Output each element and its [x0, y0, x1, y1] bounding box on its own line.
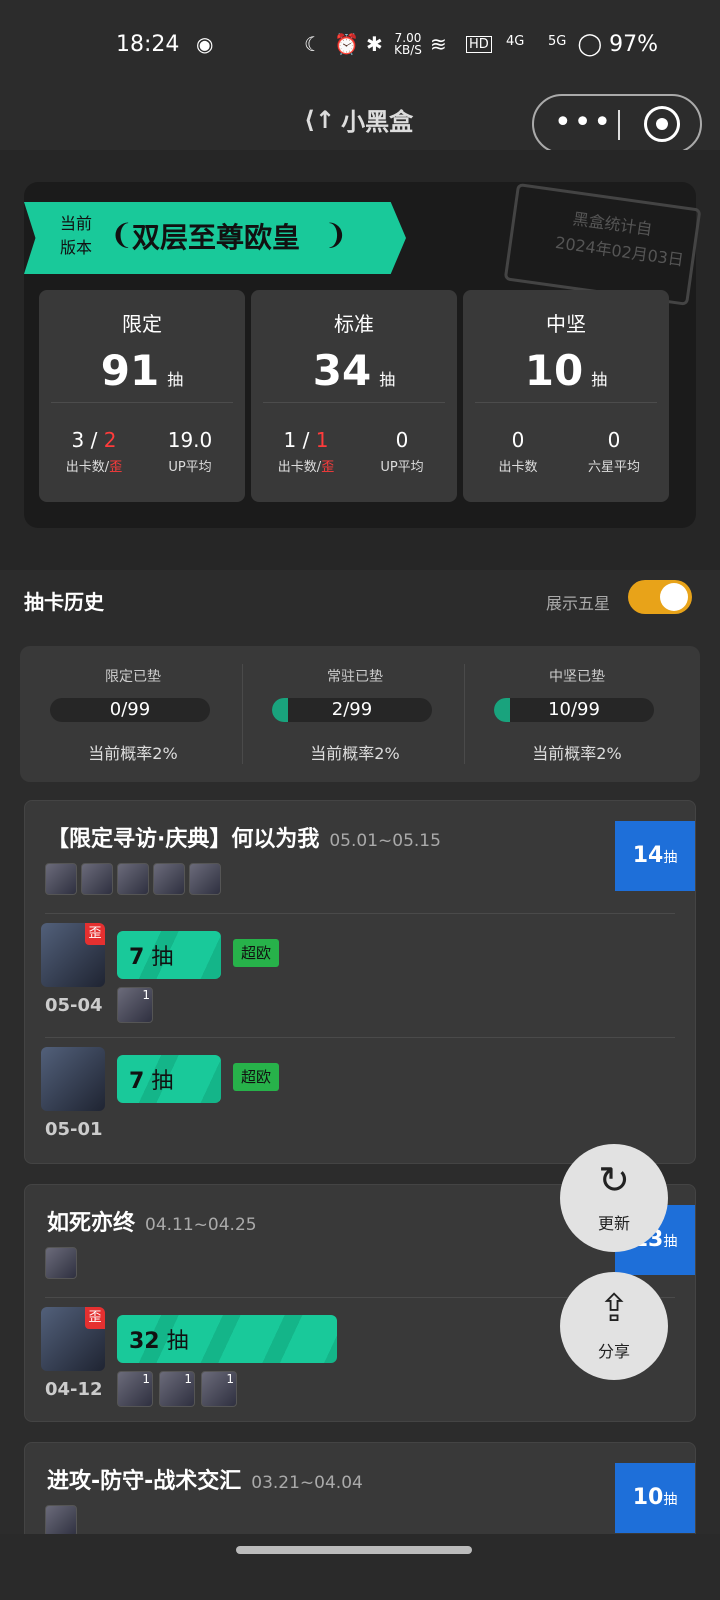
capsule-divider	[618, 110, 620, 140]
avatar	[45, 863, 77, 895]
off-rate-badge: 歪	[85, 923, 105, 945]
lucky-badge: 超欧	[233, 939, 280, 967]
refresh-icon: ↻	[598, 1158, 630, 1202]
mini-program-capsule: •••	[532, 94, 702, 154]
avatar	[81, 863, 113, 895]
pity-core: 中坚已垫 10/99 当前概率2%	[464, 646, 690, 782]
ribbon-title: 双层至尊欧皇	[132, 221, 301, 254]
avatar	[45, 1247, 77, 1279]
refresh-button[interactable]: ↻ 更新	[560, 1144, 668, 1252]
avatar: 1	[201, 1371, 237, 1407]
laurel-right-icon: ❩	[324, 218, 348, 251]
banner-title: 进攻-防守-战术交汇 03.21~04.04	[47, 1469, 363, 1494]
signal-5g: 5G	[548, 34, 567, 49]
up-average: 0 UP平均	[380, 428, 424, 475]
avatar	[45, 1505, 77, 1537]
stat-core: 中坚 10 抽 0 出卡数 0 六星平均	[463, 290, 669, 502]
home-indicator[interactable]	[236, 1546, 472, 1554]
laurel-left-icon: ❨	[110, 218, 134, 251]
avatar: 1	[117, 1371, 153, 1407]
banner-featured-avatars	[45, 1505, 77, 1537]
summary-card: 黑盒统计自 2024年02月03日 当前 版本 ❨ 双层至尊欧皇 ❩ 限定 91…	[24, 182, 702, 528]
net-speed: 7.00 KB/S	[394, 31, 422, 57]
signal-4g: 4G	[506, 34, 525, 49]
app-logo-icon: ⟨↑	[304, 105, 336, 134]
show-five-star-toggle[interactable]	[628, 580, 692, 614]
status-bar: 18:24 ◉ ☾ ⏰ ✱ 7.00 KB/S ≋ HD 4G 5G ◯ 97%	[0, 0, 720, 90]
close-target-icon[interactable]	[644, 106, 680, 142]
lucky-badge: 超欧	[233, 1063, 280, 1091]
pull-count-bar: 32 抽	[117, 1315, 337, 1363]
five-star-avatars: 1 1 1	[117, 1371, 237, 1407]
pull-record: 歪 05-04 7 抽 超欧 1	[41, 923, 641, 1031]
version-ribbon: 当前 版本 ❨ 双层至尊欧皇 ❩	[24, 202, 406, 274]
sync-icon: ◉	[196, 32, 214, 56]
more-icon[interactable]: •••	[554, 108, 613, 138]
title-bar: ⟨↑ 小黑盒 •••	[0, 92, 720, 154]
pity-standard: 常驻已垫 2/99 当前概率2%	[242, 646, 468, 782]
avatar	[153, 863, 185, 895]
pull-count-bar: 7 抽	[117, 931, 221, 979]
banner-featured-avatars	[45, 863, 221, 895]
share-icon: ⇪	[598, 1286, 630, 1330]
bluetooth-icon: ✱	[366, 32, 383, 56]
operator-avatar	[41, 1047, 105, 1111]
battery-level: ◯ 97%	[577, 32, 658, 57]
ribbon-label: 当前 版本	[60, 214, 93, 257]
alarm-icon: ⏰	[334, 32, 359, 56]
six-star-average: 0 六星平均	[587, 428, 640, 475]
moon-icon: ☾	[304, 32, 322, 56]
up-average: 19.0 UP平均	[167, 428, 213, 475]
hd-badge: HD	[466, 36, 492, 53]
cards-out: 1 / 1 出卡数/歪	[277, 428, 335, 475]
wifi-icon: ≋	[430, 32, 447, 56]
off-rate-badge: 歪	[85, 1307, 105, 1329]
pity-panel: 限定已垫 0/99 当前概率2% 常驻已垫 2/99 当前概率2% 中坚已垫 1…	[20, 646, 700, 782]
five-star-avatars: 1	[117, 987, 153, 1023]
show-five-star-label: 展示五星	[546, 594, 611, 613]
banner-featured-avatars	[45, 1247, 77, 1279]
banner-title: 如死亦终 04.11~04.25	[47, 1211, 257, 1236]
pity-limited: 限定已垫 0/99 当前概率2%	[20, 646, 246, 782]
pull-count-bar: 7 抽	[117, 1055, 221, 1103]
app-name: 小黑盒	[341, 108, 414, 136]
app-brand: ⟨↑ 小黑盒	[304, 102, 413, 137]
cards-out: 3 / 2 出卡数/歪	[65, 428, 123, 475]
banner-total-tag: 14抽	[615, 821, 695, 891]
cards-out: 0 出卡数	[498, 428, 538, 475]
history-title: 抽卡历史	[24, 590, 104, 614]
stat-limited: 限定 91 抽 3 / 2 出卡数/歪 19.0 UP平均	[39, 290, 245, 502]
pull-record: 歪 04-12 32 抽 1 1 1	[41, 1307, 641, 1415]
banner-card[interactable]: 【限定寻访·庆典】何以为我 05.01~05.15 14抽 歪 05-04 7 抽…	[24, 800, 696, 1164]
banner-total-tag: 10抽	[615, 1463, 695, 1533]
banner-title: 【限定寻访·庆典】何以为我 05.01~05.15	[47, 827, 441, 852]
avatar: 1	[117, 987, 153, 1023]
avatar	[189, 863, 221, 895]
status-time: 18:24	[116, 32, 180, 57]
stat-standard: 标准 34 抽 1 / 1 出卡数/歪 0 UP平均	[251, 290, 457, 502]
avatar: 1	[159, 1371, 195, 1407]
bottom-area	[0, 1534, 720, 1600]
pull-record: 05-01 7 抽 超欧	[41, 1047, 641, 1155]
share-button[interactable]: ⇪ 分享	[560, 1272, 668, 1380]
avatar	[117, 863, 149, 895]
